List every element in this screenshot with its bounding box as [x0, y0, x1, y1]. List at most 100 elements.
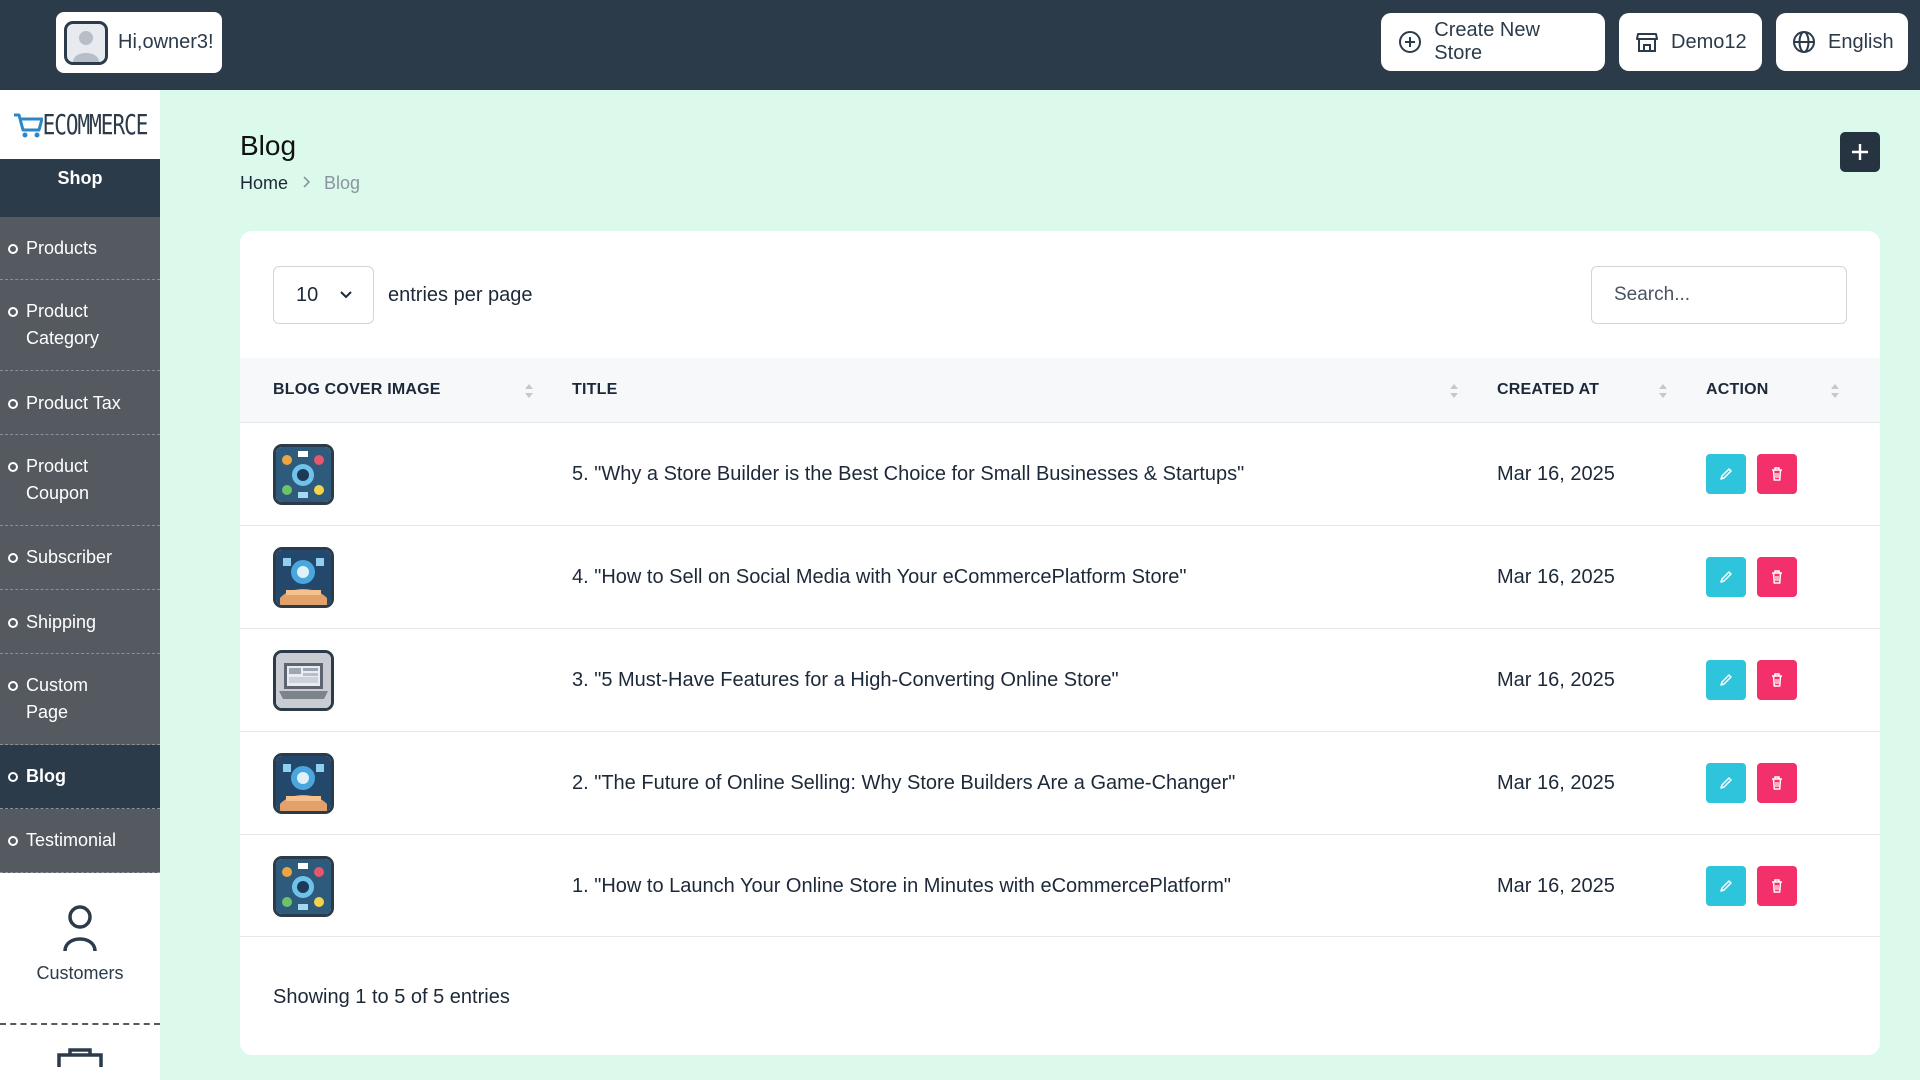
sidebar-item-label: Subscriber — [26, 547, 113, 567]
blog-created-at: Mar 16, 2025 — [1497, 669, 1615, 691]
edit-button[interactable] — [1706, 763, 1746, 803]
sidebar-item-product-coupon[interactable]: Product Coupon — [0, 435, 160, 526]
column-header-created-at[interactable]: CREATED AT — [1497, 358, 1599, 422]
entries-per-page-select[interactable]: 10 — [273, 266, 374, 324]
pencil-icon — [1720, 468, 1732, 480]
bullet-icon — [8, 772, 18, 782]
delete-button[interactable] — [1757, 660, 1797, 700]
blog-title: 5. "Why a Store Builder is the Best Choi… — [572, 463, 1245, 485]
page-title: Blog — [240, 130, 297, 161]
table-body: 5. "Why a Store Builder is the Best Choi… — [240, 422, 1880, 937]
sidebar-item-customers[interactable]: Customers — [0, 873, 160, 1025]
delete-button[interactable] — [1757, 866, 1797, 906]
table-row: 5. "Why a Store Builder is the Best Choi… — [240, 422, 1880, 525]
sidebar-item-next[interactable] — [0, 1025, 160, 1067]
table-row: 2. "The Future of Online Selling: Why St… — [240, 731, 1880, 834]
customers-label: Customers — [36, 963, 124, 983]
edit-button[interactable] — [1706, 660, 1746, 700]
entries-control: 10 entries per page — [273, 266, 533, 324]
sidebar-bottom: Customers — [0, 873, 160, 1067]
breadcrumb-current: Blog — [324, 173, 361, 193]
sort-icon[interactable] — [1449, 382, 1459, 400]
customer-icon — [63, 905, 97, 952]
blog-created-at: Mar 16, 2025 — [1497, 566, 1615, 588]
trash-icon — [1772, 776, 1782, 790]
trash-icon — [1772, 467, 1782, 481]
sidebar: ECOMMERCE Shop Products Product Category… — [0, 90, 160, 1080]
blog-cover-image — [273, 753, 334, 814]
breadcrumb-home-link[interactable]: Home — [240, 173, 288, 194]
bullet-icon — [8, 462, 18, 472]
sort-icon[interactable] — [1658, 382, 1668, 400]
laptop-illustration — [276, 653, 331, 708]
column-header-action[interactable]: ACTION — [1706, 358, 1769, 422]
sidebar-item-label: Product Coupon — [26, 456, 90, 503]
delete-button[interactable] — [1757, 454, 1797, 494]
sidebar-item-testimonial[interactable]: Testimonial — [0, 809, 160, 873]
sidebar-item-label: Testimonial — [26, 830, 117, 850]
create-new-store-label: Create New Store — [1434, 19, 1540, 64]
bullet-icon — [8, 307, 18, 317]
plus-circle-icon — [1397, 29, 1422, 55]
column-header-cover-image[interactable]: BLOG COVER IMAGE — [273, 358, 441, 422]
sort-icon[interactable] — [524, 382, 534, 400]
sidebar-section-shop[interactable]: Shop — [0, 159, 160, 217]
sidebar-item-label: Product Tax — [26, 393, 121, 413]
bullet-icon — [8, 618, 18, 628]
sidebar-item-product-category[interactable]: Product Category — [0, 280, 160, 371]
hand-illustration — [276, 550, 331, 605]
user-greeting: Hi,owner3! — [118, 31, 214, 53]
edit-button[interactable] — [1706, 866, 1746, 906]
pencil-icon — [1720, 571, 1732, 583]
entries-per-page-value: 10 — [296, 283, 319, 306]
edit-button[interactable] — [1706, 557, 1746, 597]
sidebar-item-products[interactable]: Products — [0, 217, 160, 280]
sort-icon[interactable] — [1830, 382, 1840, 400]
cart-icon — [13, 113, 43, 137]
blog-created-at: Mar 16, 2025 — [1497, 463, 1615, 485]
sidebar-item-custom-page[interactable]: Custom Page — [0, 654, 160, 745]
blog-title: 1. "How to Launch Your Online Store in M… — [572, 875, 1231, 897]
add-blog-button[interactable] — [1840, 132, 1880, 172]
column-header-title[interactable]: TITLE — [572, 358, 617, 422]
trash-icon — [1772, 879, 1782, 893]
trash-icon — [1772, 570, 1782, 584]
language-label: English — [1828, 30, 1894, 53]
sidebar-item-label: Blog — [26, 766, 66, 786]
chevron-right-icon — [302, 175, 311, 192]
sidebar-item-label: Products — [26, 238, 98, 258]
brand-logo[interactable]: ECOMMERCE — [0, 90, 160, 159]
hub-illustration — [276, 859, 331, 914]
sidebar-item-label: Shipping — [26, 612, 97, 632]
user-menu[interactable]: Hi,owner3! — [56, 12, 222, 73]
blog-cover-image — [273, 856, 334, 917]
pencil-icon — [1720, 880, 1732, 892]
trash-icon — [1772, 673, 1782, 687]
blog-created-at: Mar 16, 2025 — [1497, 875, 1615, 897]
store-icon — [1635, 29, 1659, 55]
delete-button[interactable] — [1757, 557, 1797, 597]
table-header: BLOG COVER IMAGE TITLE CREATED AT ACTION — [240, 358, 1880, 422]
blog-created-at: Mar 16, 2025 — [1497, 772, 1615, 794]
hub-illustration — [276, 447, 331, 502]
sidebar-item-shipping[interactable]: Shipping — [0, 590, 160, 654]
blog-cover-image — [273, 547, 334, 608]
sidebar-item-blog[interactable]: Blog — [0, 745, 160, 809]
globe-icon — [1792, 29, 1816, 55]
delete-button[interactable] — [1757, 763, 1797, 803]
sidebar-item-product-tax[interactable]: Product Tax — [0, 371, 160, 435]
edit-button[interactable] — [1706, 454, 1746, 494]
breadcrumb: Home Blog — [240, 173, 360, 194]
search-input[interactable] — [1591, 266, 1847, 324]
chevron-down-icon — [340, 291, 352, 299]
create-new-store-button[interactable]: Create New Store — [1381, 13, 1605, 71]
sidebar-item-subscriber[interactable]: Subscriber — [0, 526, 160, 590]
language-selector-button[interactable]: English — [1776, 13, 1908, 71]
pencil-icon — [1720, 777, 1732, 789]
blog-title: 2. "The Future of Online Selling: Why St… — [572, 772, 1236, 794]
sidebar-item-label: Custom Page — [26, 675, 89, 722]
blog-cover-image — [273, 444, 334, 505]
store-name-label: Demo12 — [1671, 30, 1747, 53]
store-selector-button[interactable]: Demo12 — [1619, 13, 1762, 71]
blog-title: 4. "How to Sell on Social Media with You… — [572, 566, 1187, 588]
